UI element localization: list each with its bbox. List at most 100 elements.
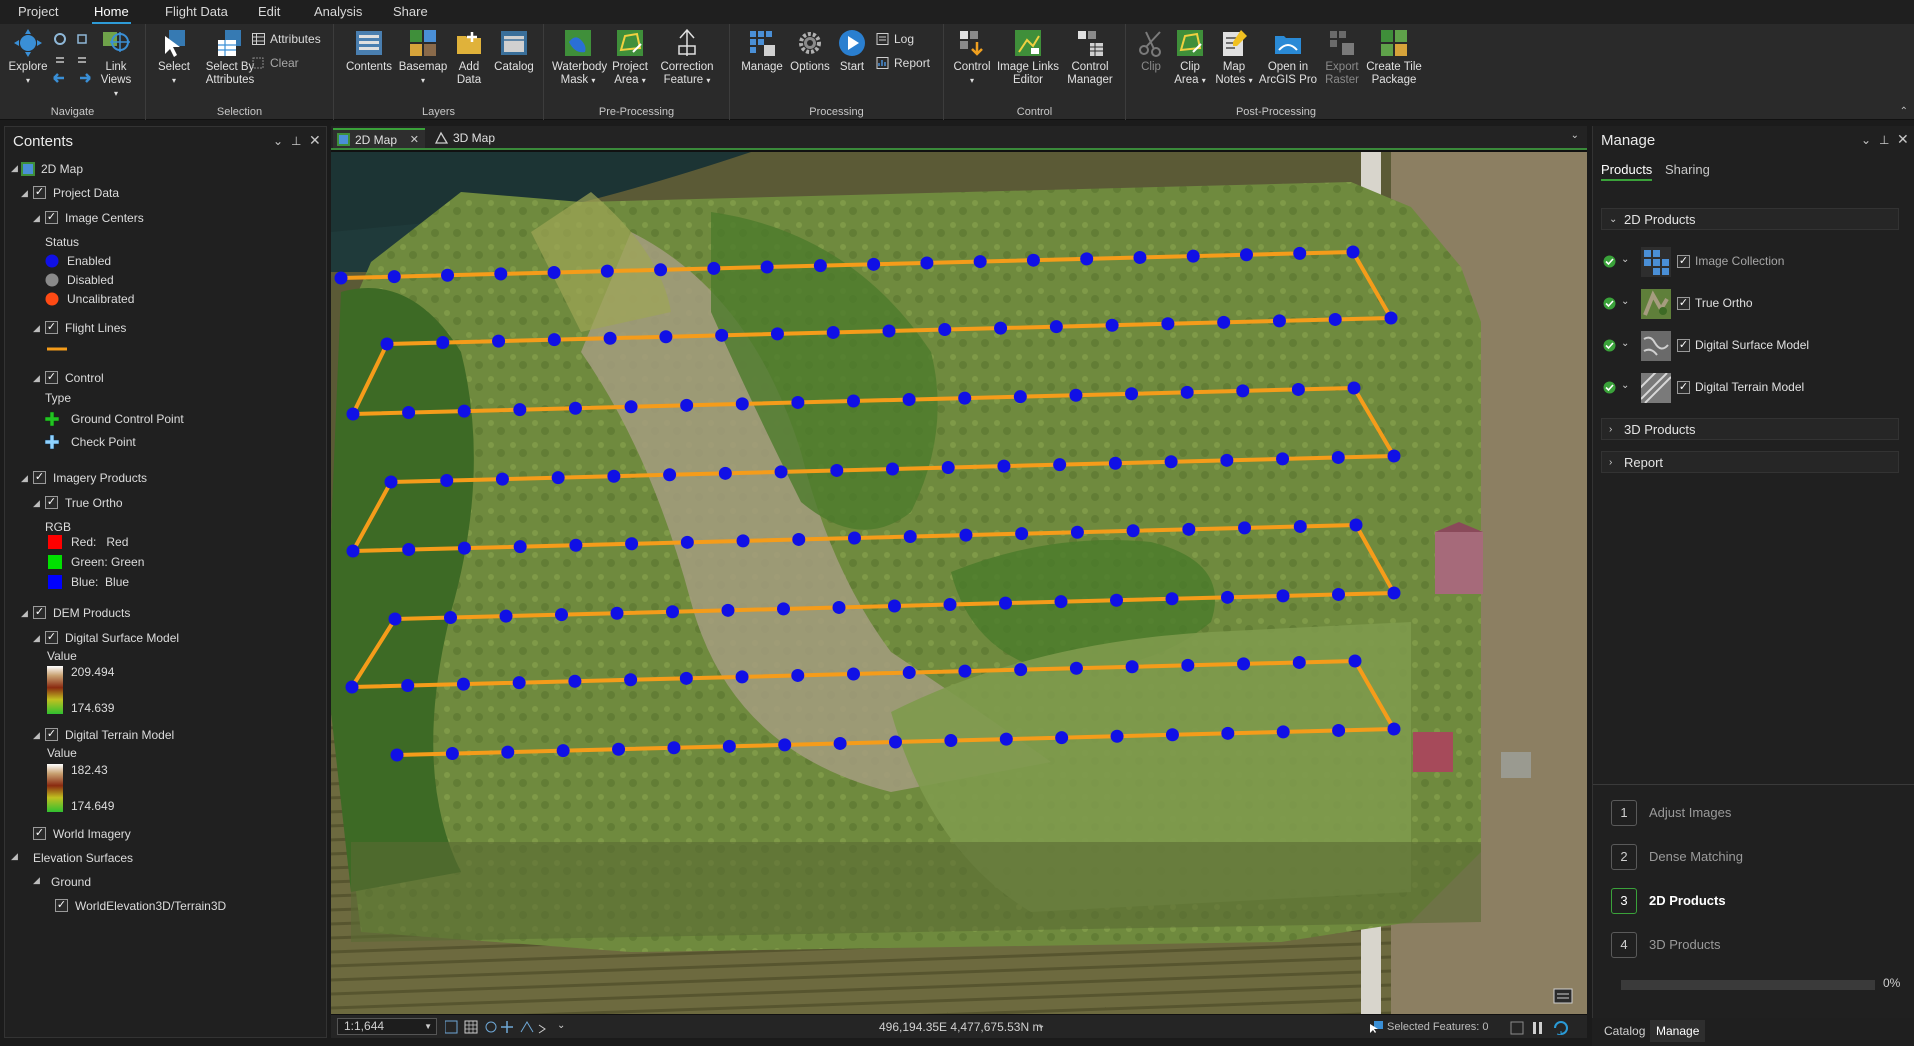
image-center[interactable] bbox=[791, 668, 805, 682]
image-center[interactable] bbox=[444, 611, 457, 625]
image-center[interactable] bbox=[1387, 586, 1401, 600]
image-center[interactable] bbox=[625, 537, 639, 551]
expand-toggle[interactable]: ◢ bbox=[21, 608, 28, 619]
product-checkbox[interactable]: ✓ bbox=[1677, 255, 1690, 268]
tree-world-imagery[interactable]: World Imagery bbox=[53, 825, 131, 843]
image-center[interactable] bbox=[777, 602, 790, 616]
tree-digital-surface-model[interactable]: Digital Surface Model bbox=[65, 629, 179, 647]
close-icon[interactable]: ✕ bbox=[309, 132, 321, 149]
menu-tab-project[interactable]: Project bbox=[16, 0, 60, 24]
image-center[interactable] bbox=[833, 736, 847, 750]
expand-toggle[interactable]: ◢ bbox=[33, 373, 40, 384]
image-center[interactable] bbox=[1221, 590, 1234, 604]
image-center[interactable] bbox=[603, 331, 617, 345]
image-center[interactable] bbox=[1272, 314, 1286, 328]
tab-catalog[interactable]: Catalog bbox=[1598, 1020, 1651, 1042]
tab-3d-map[interactable]: 3D Map bbox=[431, 128, 505, 148]
image-center[interactable] bbox=[1276, 725, 1290, 739]
image-center[interactable] bbox=[1049, 320, 1063, 334]
close-icon[interactable]: ✕ bbox=[1897, 131, 1909, 148]
map-view-controls[interactable] bbox=[1509, 1021, 1579, 1035]
chevron-down-icon[interactable]: ⌄ bbox=[1621, 380, 1629, 391]
image-center[interactable] bbox=[555, 608, 568, 622]
image-center[interactable] bbox=[624, 673, 638, 687]
image-center[interactable] bbox=[1349, 518, 1363, 532]
image-center[interactable] bbox=[1110, 593, 1123, 607]
menu-tab-analysis[interactable]: Analysis bbox=[312, 0, 364, 24]
map-canvas[interactable] bbox=[331, 152, 1587, 1014]
image-center[interactable] bbox=[556, 744, 570, 758]
open-in-arcgis-pro-button[interactable]: Open in ArcGIS Pro bbox=[1258, 28, 1318, 87]
tree-ground[interactable]: Ground bbox=[51, 873, 91, 891]
layer-checkbox[interactable]: ✓ bbox=[33, 827, 46, 840]
image-center[interactable] bbox=[1069, 388, 1083, 402]
image-center[interactable] bbox=[902, 666, 916, 680]
image-center[interactable] bbox=[1070, 525, 1084, 539]
image-center[interactable] bbox=[1238, 521, 1252, 535]
image-center[interactable] bbox=[401, 679, 415, 693]
tree-control[interactable]: Control bbox=[65, 369, 104, 387]
image-center[interactable] bbox=[1015, 527, 1029, 541]
image-center[interactable] bbox=[770, 327, 784, 341]
log-button[interactable]: Log bbox=[876, 30, 914, 48]
image-center[interactable] bbox=[736, 534, 750, 548]
section-3d-products[interactable]: › 3D Products bbox=[1601, 418, 1899, 440]
image-center[interactable] bbox=[387, 270, 401, 284]
image-center[interactable] bbox=[499, 609, 513, 623]
image-center[interactable] bbox=[1181, 658, 1195, 672]
image-center[interactable] bbox=[826, 325, 840, 339]
options-button[interactable]: Options bbox=[788, 28, 832, 74]
image-center[interactable] bbox=[440, 474, 454, 488]
image-center[interactable] bbox=[813, 259, 827, 273]
image-center[interactable] bbox=[722, 739, 736, 753]
image-center[interactable] bbox=[791, 395, 805, 409]
image-center[interactable] bbox=[666, 605, 679, 619]
image-center[interactable] bbox=[1237, 657, 1251, 671]
image-center[interactable] bbox=[1387, 449, 1401, 463]
image-center[interactable] bbox=[721, 603, 735, 617]
layer-checkbox[interactable]: ✓ bbox=[45, 728, 58, 741]
chevron-down-icon[interactable]: ⌄ bbox=[557, 1020, 565, 1031]
image-center[interactable] bbox=[1133, 250, 1147, 264]
menu-tab-share[interactable]: Share bbox=[391, 0, 430, 24]
image-center[interactable] bbox=[1217, 315, 1231, 329]
navigation-tools-icon[interactable] bbox=[52, 32, 96, 92]
chevron-down-icon[interactable]: ⌄ bbox=[1037, 1020, 1045, 1031]
image-center[interactable] bbox=[1180, 385, 1194, 399]
image-center[interactable] bbox=[659, 330, 673, 344]
image-center[interactable] bbox=[456, 677, 470, 691]
link-views-button[interactable]: Link Views ▾ bbox=[98, 28, 134, 100]
image-center[interactable] bbox=[513, 403, 527, 417]
expand-toggle[interactable]: ◢ bbox=[21, 473, 28, 484]
project-area-button[interactable]: Project Area ▾ bbox=[606, 28, 654, 87]
image-center[interactable] bbox=[654, 263, 668, 277]
layer-checkbox[interactable]: ✓ bbox=[45, 371, 58, 384]
layer-checkbox[interactable]: ✓ bbox=[45, 211, 58, 224]
image-center[interactable] bbox=[457, 541, 471, 555]
image-center[interactable] bbox=[938, 323, 952, 337]
image-center[interactable] bbox=[774, 465, 788, 479]
collapse-ribbon-icon[interactable]: ⌃ bbox=[1900, 106, 1908, 117]
image-center[interactable] bbox=[1165, 728, 1179, 742]
image-center[interactable] bbox=[1108, 456, 1122, 470]
image-center[interactable] bbox=[1125, 660, 1139, 674]
clip-button[interactable]: Clip bbox=[1134, 28, 1168, 74]
image-center[interactable] bbox=[568, 674, 582, 688]
layer-checkbox[interactable]: ✓ bbox=[55, 899, 68, 912]
image-center[interactable] bbox=[830, 463, 844, 477]
image-center[interactable] bbox=[1332, 723, 1346, 737]
map-notes-button[interactable]: Map Notes ▾ bbox=[1212, 28, 1256, 87]
image-center[interactable] bbox=[1105, 318, 1119, 332]
image-center[interactable] bbox=[847, 394, 860, 408]
image-center[interactable] bbox=[882, 324, 896, 338]
menu-tab-flight-data[interactable]: Flight Data bbox=[163, 0, 230, 24]
image-center[interactable] bbox=[958, 391, 972, 405]
image-center[interactable] bbox=[1239, 248, 1253, 262]
expand-toggle[interactable]: ◢ bbox=[11, 851, 18, 862]
tree-digital-terrain-model[interactable]: Digital Terrain Model bbox=[65, 726, 174, 744]
image-center[interactable] bbox=[457, 404, 471, 418]
clear-selection-button[interactable]: Clear bbox=[252, 54, 299, 72]
clip-area-button[interactable]: Clip Area ▾ bbox=[1170, 28, 1210, 87]
image-center[interactable] bbox=[1293, 519, 1307, 533]
image-center[interactable] bbox=[999, 732, 1013, 746]
